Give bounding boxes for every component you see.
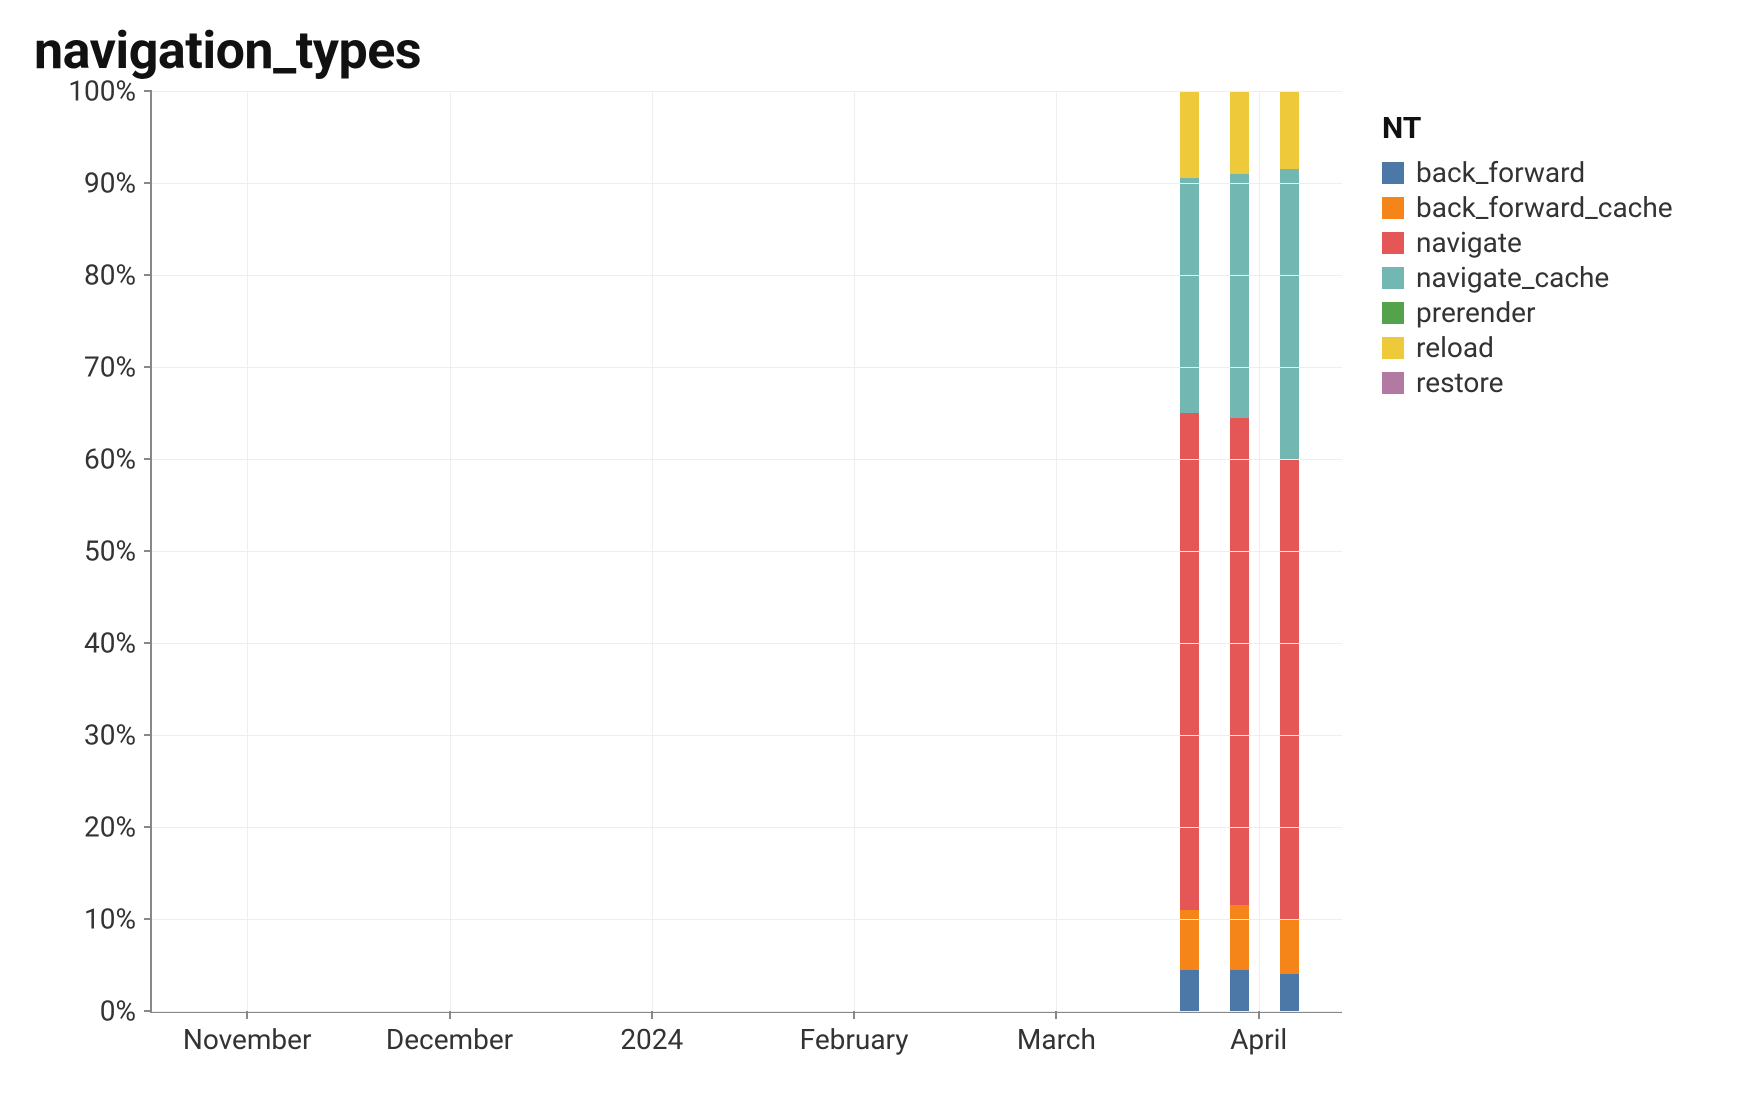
legend-label: back_forward_cache [1416,191,1673,224]
y-tick-mark [144,550,152,552]
gridline-v [1056,91,1057,1011]
gridline-v [247,91,248,1011]
x-tick-mark [651,1011,653,1019]
y-tick-label: 60% [84,443,136,476]
gridline-v [1259,91,1260,1011]
legend-swatch [1382,267,1404,289]
y-tick-mark [144,458,152,460]
gridline-h [152,551,1342,552]
bar-segment-navigate [1180,413,1199,910]
bar-segment-navigate [1230,418,1249,906]
x-tick-mark [449,1011,451,1019]
x-tick-label: December [386,1023,513,1056]
y-tick-mark [144,642,152,644]
gridline-h [152,367,1342,368]
y-tick-mark [144,734,152,736]
bar-segment-reload [1280,91,1299,169]
y-tick-label: 100% [68,75,136,108]
gridline-h [152,827,1342,828]
x-tick-label: 2024 [620,1023,683,1056]
legend-label: navigate [1416,226,1522,259]
gridline-h [152,183,1342,184]
legend-swatch [1382,232,1404,254]
legend-swatch [1382,162,1404,184]
bar-segment-navigate [1280,459,1299,919]
gridline-h [152,643,1342,644]
legend-label: restore [1416,366,1503,399]
y-tick-label: 40% [84,627,136,660]
x-tick-label: February [800,1023,909,1056]
y-tick-mark [144,366,152,368]
legend-swatch [1382,337,1404,359]
x-tick-label: November [183,1023,312,1056]
bar-segment-reload [1180,91,1199,178]
gridline-v [652,91,653,1011]
bar-segment-back_forward [1230,970,1249,1011]
legend-item-reload: reload [1382,331,1673,364]
y-tick-label: 10% [84,903,136,936]
chart-area: 0%10%20%30%40%50%60%70%80%90%100% Novemb… [30,91,1342,1013]
x-tick-label: March [1017,1023,1096,1056]
y-axis: 0%10%20%30%40%50%60%70%80%90%100% [30,91,150,1011]
bar-segment-navigate_cache [1230,174,1249,418]
y-tick-label: 20% [84,811,136,844]
y-tick-mark [144,182,152,184]
y-tick-label: 90% [84,167,136,200]
legend-swatch [1382,302,1404,324]
gridline-h [152,735,1342,736]
gridline-v [854,91,855,1011]
gridline-h [152,919,1342,920]
y-tick-mark [144,274,152,276]
gridline-v [450,91,451,1011]
gridline-h [152,275,1342,276]
legend-item-navigate_cache: navigate_cache [1382,261,1673,294]
y-tick-label: 0% [100,995,136,1028]
legend: NT back_forwardback_forward_cachenavigat… [1382,91,1673,401]
x-tick-mark [1055,1011,1057,1019]
legend-label: reload [1416,331,1494,364]
legend-label: back_forward [1416,156,1585,189]
gridline-h [152,1011,1342,1012]
x-tick-mark [1258,1011,1260,1019]
legend-item-prerender: prerender [1382,296,1673,329]
legend-swatch [1382,197,1404,219]
plot-region: NovemberDecember2024FebruaryMarchApril [150,91,1342,1013]
y-tick-mark [144,826,152,828]
y-tick-label: 30% [84,719,136,752]
bar-segment-reload [1230,91,1249,174]
bar-segment-navigate_cache [1180,178,1199,413]
chart-title: navigation_types [34,20,1708,81]
bar-segment-back_forward_cache [1230,905,1249,969]
legend-item-restore: restore [1382,366,1673,399]
y-tick-label: 80% [84,259,136,292]
x-tick-mark [246,1011,248,1019]
legend-label: prerender [1416,296,1535,329]
y-tick-mark [144,1010,152,1012]
bar-segment-back_forward_cache [1280,919,1299,974]
y-tick-mark [144,90,152,92]
gridline-h [152,459,1342,460]
legend-item-back_forward: back_forward [1382,156,1673,189]
legend-label: navigate_cache [1416,261,1609,294]
x-tick-label: April [1230,1023,1287,1056]
x-tick-mark [853,1011,855,1019]
legend-item-navigate: navigate [1382,226,1673,259]
bar-segment-navigate_cache [1280,169,1299,459]
gridline-h [152,91,1342,92]
y-tick-mark [144,918,152,920]
y-tick-label: 70% [84,351,136,384]
legend-item-back_forward_cache: back_forward_cache [1382,191,1673,224]
legend-swatch [1382,372,1404,394]
bar-segment-back_forward [1280,974,1299,1011]
y-tick-label: 50% [84,535,136,568]
bar-segment-back_forward [1180,970,1199,1011]
legend-title: NT [1382,111,1673,146]
